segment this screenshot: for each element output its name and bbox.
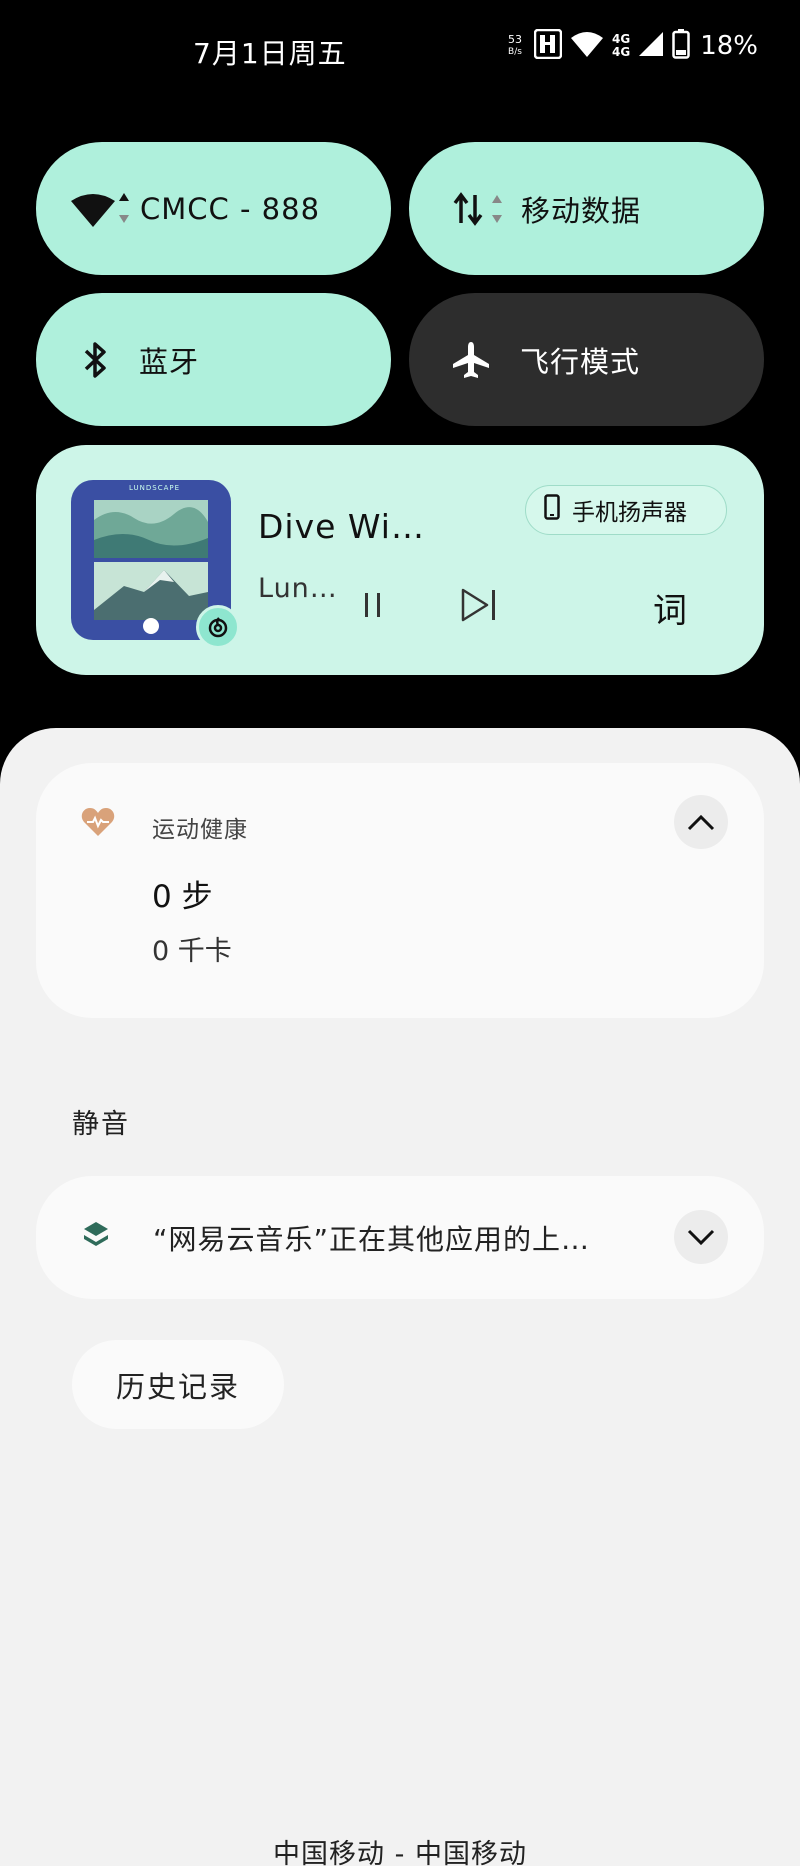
album-art-image — [94, 500, 208, 620]
album-art-text: LUNDSCAPE — [129, 484, 181, 492]
pause-icon — [365, 593, 380, 617]
status-bar: 7月1日周五 53 B/s 4G 4G 18% — [0, 0, 800, 100]
mobile-data-icon — [453, 189, 513, 229]
network-speed: 53 B/s — [504, 33, 526, 59]
collapse-button[interactable] — [674, 795, 728, 849]
notification-sheet: 运动健康 0 步 0 千卡 静音 “网易云音乐”正在其他应用的上… 历史记录 中… — [0, 728, 800, 1866]
tile-wifi[interactable]: CMCC - 888 — [36, 142, 391, 275]
tile-airplane-label: 飞行模式 — [520, 344, 641, 379]
netease-notification-text: “网易云音乐”正在其他应用的上… — [153, 1223, 591, 1256]
expand-button[interactable] — [674, 1210, 728, 1264]
output-device-label: 手机扬声器 — [572, 500, 687, 526]
tile-airplane-mode[interactable]: 飞行模式 — [409, 293, 764, 426]
network-type: 4G 4G — [612, 33, 630, 59]
wifi-status-icon — [570, 30, 604, 62]
net-speed-unit: B/s — [508, 47, 522, 57]
skip-next-icon — [461, 588, 495, 622]
heart-icon — [81, 807, 115, 841]
status-date: 7月1日周五 — [193, 37, 347, 70]
album-logo-icon — [143, 618, 159, 634]
media-title: Dive Wi… — [258, 507, 425, 546]
wifi-icon — [70, 189, 132, 229]
bluetooth-icon — [76, 340, 116, 380]
layers-icon — [82, 1220, 110, 1252]
net-speed-value: 53 — [508, 33, 522, 46]
battery-percent: 18% — [700, 31, 758, 61]
tile-bluetooth[interactable]: 蓝牙 — [36, 293, 391, 426]
tile-wifi-label: CMCC - 888 — [140, 191, 321, 226]
tile-mobile-data[interactable]: 移动数据 — [409, 142, 764, 275]
health-app-name: 运动健康 — [152, 817, 248, 843]
chevron-up-icon — [687, 814, 715, 831]
status-icons: 53 B/s 4G 4G 18% — [504, 26, 758, 66]
output-device-chip[interactable]: 手机扬声器 — [525, 485, 727, 535]
health-notification[interactable]: 运动健康 0 步 0 千卡 — [36, 763, 764, 1018]
media-artist: Lun… — [258, 573, 338, 604]
next-track-button[interactable] — [454, 580, 504, 630]
chevron-down-icon — [687, 1229, 715, 1246]
pause-button[interactable] — [348, 580, 398, 630]
tile-mobile-data-label: 移动数据 — [521, 193, 642, 228]
hd-icon — [533, 28, 563, 63]
battery-icon — [672, 29, 690, 63]
history-button[interactable]: 历史记录 — [72, 1340, 284, 1429]
carrier-label: 中国移动 - 中国移动 — [273, 1839, 527, 1866]
airplane-icon — [449, 340, 493, 380]
silent-section-header: 静音 — [72, 1109, 130, 1140]
network-4g-bottom: 4G — [612, 45, 631, 59]
tile-bluetooth-label: 蓝牙 — [139, 344, 200, 379]
lyrics-button[interactable]: 词 — [653, 583, 687, 632]
signal-icon — [638, 31, 664, 61]
calories-count: 0 千卡 — [152, 936, 232, 967]
netease-overlay-notification[interactable]: “网易云音乐”正在其他应用的上… — [36, 1176, 764, 1299]
phone-icon — [544, 494, 560, 526]
steps-count: 0 步 — [152, 879, 213, 915]
media-player-card[interactable]: LUNDSCAPE Dive Wi… Lun… 手机扬声器 词 — [36, 445, 764, 675]
netease-music-badge-icon — [196, 605, 240, 649]
